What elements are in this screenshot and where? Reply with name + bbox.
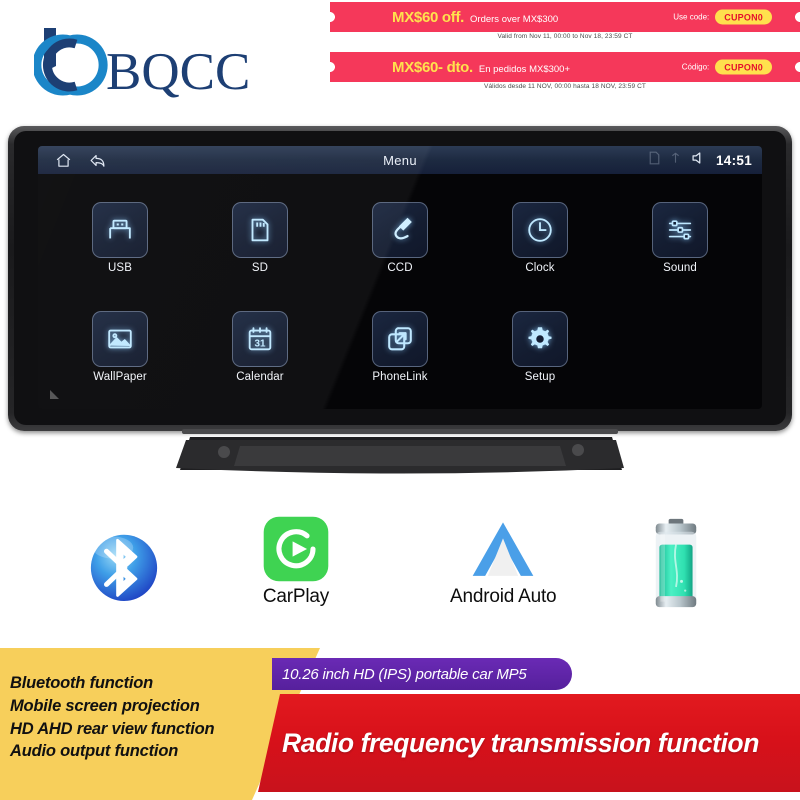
promo-code-badge[interactable]: CUPON0 (715, 9, 772, 25)
app-setup[interactable]: Setup (470, 293, 610, 402)
app-tile (512, 310, 568, 367)
app-tile (232, 202, 288, 259)
app-phonelink[interactable]: PhoneLink (330, 293, 470, 402)
app-calendar[interactable]: 31 Calendar (190, 293, 330, 402)
signal-icon (670, 151, 681, 170)
promo-code-label: Código: (681, 62, 710, 72)
promo-text-group: MX$60- dto. En pedidos MX$300+ (392, 59, 570, 76)
feature-label: Android Auto (450, 586, 557, 607)
app-grid: USB SD CCD Clock Sound WallPaper 31 Cale… (38, 180, 762, 403)
battery-icon (655, 518, 697, 608)
promo-subtitle: Orders over MX$300 (470, 13, 559, 25)
screen-mirror-icon (388, 326, 412, 351)
app-wallpaper[interactable]: WallPaper (50, 293, 190, 402)
promo-code-label: Use code: (673, 12, 710, 22)
app-sd[interactable]: SD (190, 184, 330, 293)
feature-battery (648, 517, 704, 612)
product-spec-banner: 10.26 inch HD (IPS) portable car MP5 (272, 658, 572, 690)
app-label: SD (251, 262, 269, 275)
bottom-banner-group: Bluetooth function Mobile screen projecti… (0, 648, 800, 800)
feature-android-auto: Android Auto (450, 517, 557, 608)
app-label: CCD (387, 262, 413, 275)
promo-subtitle: En pedidos MX$300+ (478, 63, 570, 75)
status-bar-clock: 14:51 (715, 152, 752, 168)
app-tile (92, 310, 148, 367)
feature-label: CarPlay (262, 586, 330, 607)
promo-banner-en[interactable]: MX$60 off. Orders over MX$300 Use code: … (330, 2, 800, 32)
bluetooth-icon (90, 534, 158, 601)
app-label: Sound (663, 262, 697, 275)
car-mp5-device: Menu 14:51 USB SD CCD Clock Sound WallPa… (8, 126, 792, 431)
product-spec-text: 10.26 inch HD (IPS) portable car MP5 (282, 665, 527, 683)
app-label: Calendar (236, 370, 284, 383)
sim-card-icon (649, 151, 660, 170)
app-label: WallPaper (93, 370, 147, 383)
status-bar-right-group: 14:51 (649, 151, 752, 170)
device-screen[interactable]: Menu 14:51 USB SD CCD Clock Sound WallPa… (38, 146, 762, 409)
brand-logo: BQCC (34, 26, 264, 102)
promo-code-group: Código: CUPON0 (681, 59, 772, 75)
app-tile (372, 310, 428, 367)
promo-amount: MX$60- dto. (392, 58, 473, 76)
feature-icon-row: CarPlay Android Auto (0, 505, 800, 630)
promo-validity-es: Válidos desde 11 NOV, 00:00 hasta 18 NOV… (484, 83, 646, 90)
app-label: Clock (525, 262, 555, 275)
gear-icon (528, 327, 552, 349)
camera-plug-icon (394, 217, 412, 240)
status-bar: Menu 14:51 (38, 146, 762, 174)
clock-icon (528, 218, 552, 242)
promo-validity-en: Valid from Nov 11, 00:00 to Nov 18, 23:5… (497, 33, 633, 40)
equalizer-sliders-icon (668, 220, 692, 240)
screen-corner-marker (50, 390, 59, 399)
feature-bullet-list: Bluetooth function Mobile screen projecti… (10, 674, 215, 761)
app-tile (92, 202, 148, 259)
app-sound[interactable]: Sound (610, 184, 750, 293)
android-auto-icon (472, 522, 534, 576)
feature-carplay: CarPlay (262, 515, 330, 608)
promo-amount: MX$60 off. (392, 8, 465, 26)
app-tile (652, 202, 708, 259)
app-usb[interactable]: USB (50, 184, 190, 293)
picture-icon (108, 329, 132, 349)
brand-name: BQCC (106, 43, 251, 101)
calendar-icon: 31 (248, 327, 272, 350)
headline-banner: Radio frequency transmission function (258, 694, 800, 792)
usb-icon (109, 219, 131, 239)
promo-text-group: MX$60 off. Orders over MX$300 (392, 9, 558, 26)
app-tile: 31 (232, 310, 288, 367)
app-label: USB (108, 262, 132, 275)
app-ccd[interactable]: CCD (330, 184, 470, 293)
promo-banner-group: MX$60 off. Orders over MX$300 Use code: … (330, 0, 800, 92)
app-clock[interactable]: Clock (470, 184, 610, 293)
feature-bluetooth (78, 520, 170, 615)
app-label: PhoneLink (372, 370, 428, 383)
headline-text: Radio frequency transmission function (282, 727, 759, 758)
promo-code-group: Use code: CUPON0 (673, 9, 772, 25)
speaker-mute-icon[interactable] (691, 151, 706, 170)
app-label: Setup (524, 370, 556, 383)
app-tile (512, 202, 568, 259)
svg-text:31: 31 (255, 338, 266, 349)
sd-card-icon (251, 219, 269, 242)
app-tile (372, 202, 428, 259)
promo-banner-es[interactable]: MX$60- dto. En pedidos MX$300+ Código: C… (330, 52, 800, 82)
carplay-icon (263, 516, 329, 582)
promo-code-badge[interactable]: CUPON0 (715, 59, 772, 75)
